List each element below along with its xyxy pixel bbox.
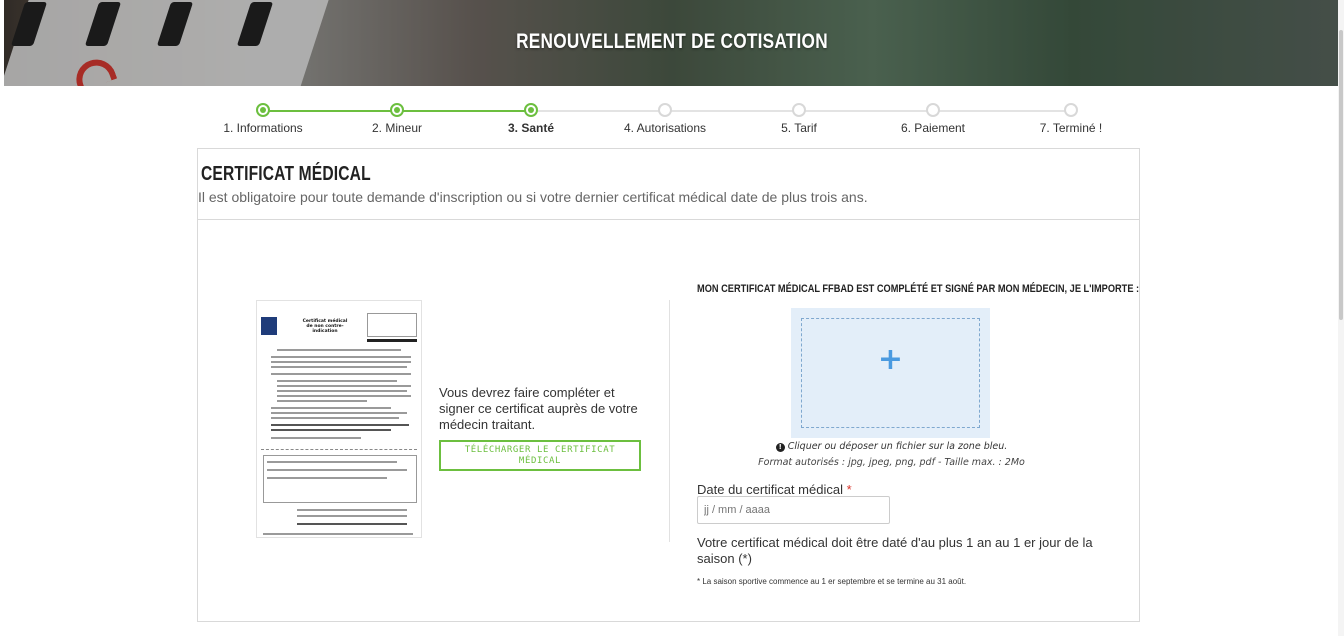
step-label: 7. Terminé ! (1039, 121, 1103, 135)
step-label: 5. Tarif (781, 121, 817, 135)
certificate-text-line (263, 533, 413, 535)
step-label: 1. Informations (223, 121, 303, 135)
section-subtitle: Il est obligatoire pour toute demande d'… (198, 189, 868, 205)
step-done-icon (256, 103, 270, 117)
step-pending-icon (792, 103, 806, 117)
certificate-preview-bar (367, 339, 417, 342)
certificate-text-line (271, 407, 391, 409)
step-label: 2. Mineur (371, 121, 423, 135)
certificate-date-input[interactable] (697, 496, 890, 524)
certificate-text-line (271, 417, 399, 419)
plus-icon: + (877, 342, 904, 377)
download-certificate-button[interactable]: TÉLÉCHARGER LE CERTIFICAT MÉDICAL (439, 440, 641, 471)
step-label: 4. Autorisations (623, 121, 707, 135)
page-scrollbar[interactable] (1338, 0, 1344, 636)
certificate-text-line (271, 366, 407, 368)
step-label: 3. Santé (507, 121, 555, 135)
progress-stepper: 1. Informations 2. Mineur 3. Santé 4. Au… (196, 100, 1140, 140)
step-paiement: 6. Paiement (866, 100, 1000, 135)
certificate-text-line (271, 437, 361, 439)
certificate-text-line (271, 412, 407, 414)
panel-header: CERTIFICAT MÉDICAL Il est obligatoire po… (198, 149, 1139, 220)
info-icon: ! (775, 443, 785, 452)
required-mark: * (846, 482, 852, 497)
certificate-cut-line (261, 449, 417, 450)
section-title: CERTIFICAT MÉDICAL (201, 163, 371, 185)
step-pending-icon (1064, 103, 1078, 117)
medical-certificate-panel: CERTIFICAT MÉDICAL Il est obligatoire po… (197, 148, 1140, 622)
certificate-preview-box (367, 313, 417, 337)
certificate-text-line (277, 349, 401, 351)
certificate-text-line (271, 356, 411, 358)
certificate-instructions: Vous devrez faire compléter et signer ce… (439, 385, 638, 432)
certificate-text-line (297, 523, 407, 525)
step-tarif: 5. Tarif (732, 100, 866, 135)
step-mineur[interactable]: 2. Mineur (330, 100, 464, 135)
certificate-preview-image: Certificat médical de non contre-indicat… (256, 300, 422, 538)
step-sante[interactable]: 3. Santé (464, 100, 598, 135)
column-divider (669, 300, 670, 542)
certificate-text-line (267, 461, 397, 463)
certificate-preview-title: Certificat médical de non contre-indicat… (295, 319, 355, 334)
step-label: 6. Paiement (900, 121, 966, 135)
certificate-text-line (277, 385, 411, 387)
ffbad-logo-icon (261, 317, 277, 335)
scrollbar-thumb[interactable] (1339, 30, 1343, 320)
dropzone-hint: ! Cliquer ou déposer un fichier sur la zo… (698, 441, 1085, 452)
dropzone-hint-text: Cliquer ou déposer un fichier sur la zon… (787, 441, 1008, 452)
certificate-text-line (297, 515, 407, 517)
certificate-text-line (267, 477, 387, 479)
certificate-text-line (271, 373, 411, 375)
step-autorisations: 4. Autorisations (598, 100, 732, 135)
upload-section-title: MON CERTIFICAT MÉDICAL FFBAD EST COMPLÉT… (697, 283, 1140, 295)
step-active-icon (524, 103, 538, 117)
certificate-text-line (277, 400, 367, 402)
certificate-title-line2: de non contre-indication (306, 324, 344, 334)
date-validity-note: Votre certificat médical doit être daté … (697, 535, 1093, 566)
step-done-icon (390, 103, 404, 117)
season-footnote: * La saison sportive commence au 1 er se… (697, 577, 967, 586)
step-pending-icon (926, 103, 940, 117)
certificate-text-line (297, 509, 407, 511)
date-label-text: Date du certificat médical (697, 482, 843, 497)
certificate-text-line (277, 390, 407, 392)
certificate-text-line (267, 469, 407, 471)
page-title: RENOUVELLEMENT DE COTISATION (516, 30, 828, 53)
step-termine: 7. Terminé ! (1004, 100, 1138, 135)
certificate-text-line (271, 361, 411, 363)
step-pending-icon (658, 103, 672, 117)
file-dropzone[interactable]: + (791, 308, 990, 438)
step-informations[interactable]: 1. Informations (196, 100, 330, 135)
certificate-text-line (277, 395, 411, 397)
allowed-formats-text: Format autorisés : jpg, jpeg, png, pdf -… (758, 457, 1025, 468)
certificate-text-line (271, 429, 391, 431)
certificate-text-line (277, 380, 397, 382)
certificate-text-line (271, 424, 409, 426)
header-banner: RENOUVELLEMENT DE COTISATION (4, 0, 1340, 86)
date-field-label: Date du certificat médical * (697, 482, 852, 497)
